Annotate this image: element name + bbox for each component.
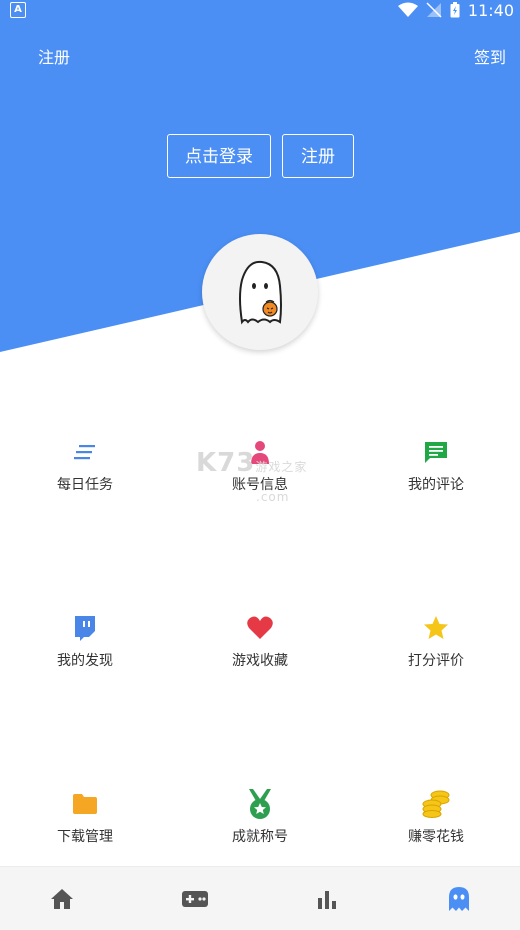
star-icon — [424, 616, 448, 639]
menu-item-achievements[interactable]: 成就称号 — [200, 784, 320, 846]
wifi-icon — [397, 2, 418, 17]
menu-item-daily-task[interactable]: 每日任务 — [25, 432, 145, 494]
medal-icon — [249, 789, 271, 819]
status-bar: A 11:40 — [0, 0, 520, 20]
list-icon — [74, 445, 95, 460]
menu-item-rating[interactable]: 打分评价 — [376, 608, 496, 670]
menu-label: 我的评论 — [408, 477, 464, 493]
ghost-avatar-icon — [239, 260, 282, 325]
menu-label: 成就称号 — [232, 829, 288, 845]
battery-icon — [450, 2, 460, 18]
menu-label: 游戏收藏 — [232, 653, 288, 669]
ghost-icon — [449, 887, 469, 911]
home-icon — [51, 889, 73, 909]
avatar[interactable] — [202, 234, 318, 350]
heart-icon — [247, 616, 273, 639]
nav-home[interactable] — [50, 887, 74, 911]
app-notification-icon: A — [10, 2, 26, 18]
bottom-nav — [0, 866, 520, 930]
coins-icon — [422, 790, 450, 818]
menu-label: 每日任务 — [57, 477, 113, 493]
folder-icon — [73, 794, 97, 814]
menu-label: 我的发现 — [57, 653, 113, 669]
nav-games[interactable] — [181, 887, 209, 911]
register-button[interactable]: 注册 — [282, 134, 354, 178]
menu-label: 打分评价 — [408, 653, 464, 669]
sign-in-link[interactable]: 签到 — [474, 44, 506, 68]
gamepad-icon — [182, 891, 208, 907]
nav-mine[interactable] — [447, 887, 471, 911]
menu-item-my-comments[interactable]: 我的评论 — [376, 432, 496, 494]
watermark: K73游戏之家 .com — [196, 448, 308, 504]
login-button[interactable]: 点击登录 — [167, 134, 271, 178]
menu-item-earn-money[interactable]: 赚零花钱 — [376, 784, 496, 846]
nav-ranking[interactable] — [315, 887, 339, 911]
comment-icon — [425, 442, 447, 463]
bar-chart-icon — [318, 891, 336, 909]
menu-label: 赚零花钱 — [408, 829, 464, 845]
menu-label: 下载管理 — [57, 829, 113, 845]
clock: 11:40 — [467, 0, 514, 20]
menu-item-game-favorites[interactable]: 游戏收藏 — [200, 608, 320, 670]
register-link[interactable]: 注册 — [38, 44, 70, 68]
no-signal-icon — [426, 2, 442, 18]
menu-item-my-discovery[interactable]: 我的发现 — [25, 608, 145, 670]
menu-item-download-manager[interactable]: 下载管理 — [25, 784, 145, 846]
twitch-icon — [75, 616, 95, 641]
